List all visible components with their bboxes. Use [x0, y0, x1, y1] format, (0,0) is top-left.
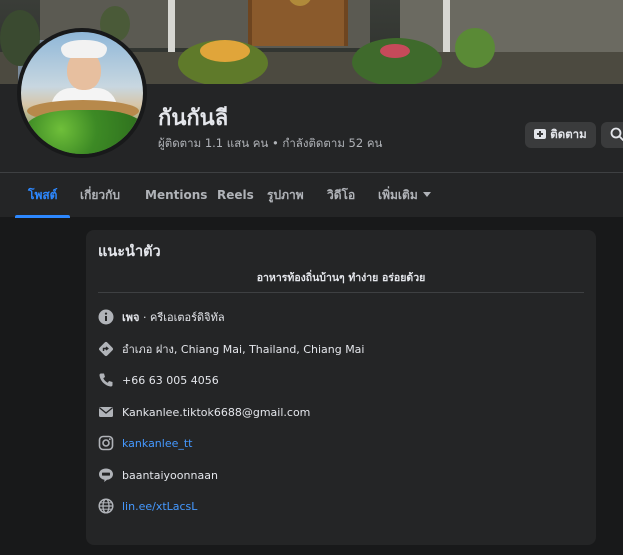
- tab-videos[interactable]: วิดีโอ: [327, 173, 355, 218]
- instagram-row: kankanlee_tt: [97, 433, 193, 453]
- instagram-link[interactable]: kankanlee_tt: [122, 437, 193, 450]
- info-icon: [97, 308, 115, 326]
- category-text: · ครีเอเตอร์ดิจิทัล: [139, 311, 225, 324]
- intro-bio: อาหารท้องถิ่นบ้านๆ ทำง่าย อร่อยด้วย: [256, 272, 426, 284]
- location-text: อำเภอ ฝาง, Chiang Mai, Thailand, Chiang …: [122, 343, 365, 356]
- follow-icon: [534, 128, 547, 143]
- directions-icon: [97, 340, 115, 358]
- phone-text: +66 63 005 4056: [122, 373, 219, 387]
- category-bold[interactable]: เพจ: [122, 311, 139, 324]
- website-row: lin.ee/xtLacsL: [97, 496, 197, 516]
- page-name: กันกันลี: [158, 106, 229, 131]
- tab-posts[interactable]: โพสต์: [15, 173, 71, 218]
- email-row: Kankanlee.tiktok6688@gmail.com: [97, 402, 310, 422]
- website-link[interactable]: lin.ee/xtLacsL: [122, 500, 197, 513]
- intro-title: แนะนำตัว: [98, 244, 161, 260]
- email-text: Kankanlee.tiktok6688@gmail.com: [122, 405, 311, 419]
- tab-mentions[interactable]: Mentions: [145, 173, 207, 218]
- line-row: baantaiyoonnaan: [97, 465, 218, 485]
- search-icon: [610, 126, 623, 145]
- instagram-icon: [97, 434, 115, 452]
- follow-label: ติดตาม: [550, 127, 587, 141]
- tab-reels[interactable]: Reels: [217, 173, 254, 218]
- phone-icon: [97, 371, 115, 389]
- phone-row: +66 63 005 4056: [97, 370, 219, 390]
- line-icon: [97, 466, 115, 484]
- line-text: baantaiyoonnaan: [122, 468, 218, 482]
- mail-icon: [97, 403, 115, 421]
- follow-button[interactable]: ติดตาม: [525, 122, 596, 148]
- globe-icon: [97, 497, 115, 515]
- intro-card: แนะนำตัว อาหารท้องถิ่นบ้านๆ ทำง่าย อร่อย…: [86, 230, 596, 545]
- tab-about[interactable]: เกี่ยวกับ: [80, 173, 120, 218]
- divider: [98, 292, 584, 293]
- chevron-down-icon: [422, 192, 431, 197]
- profile-picture[interactable]: [17, 28, 147, 158]
- tab-photos[interactable]: รูปภาพ: [267, 173, 304, 218]
- category-row: เพจ · ครีเอเตอร์ดิจิทัล: [97, 307, 225, 327]
- search-button[interactable]: [601, 122, 623, 148]
- profile-tabs: โพสต์ เกี่ยวกับ Mentions Reels รูปภาพ วิ…: [0, 172, 623, 218]
- location-row: อำเภอ ฝาง, Chiang Mai, Thailand, Chiang …: [97, 339, 364, 359]
- tab-more[interactable]: เพิ่มเติม: [378, 173, 431, 218]
- follower-stats[interactable]: ผู้ติดตาม 1.1 แสน คน • กำลังติดตาม 52 คน: [158, 135, 382, 153]
